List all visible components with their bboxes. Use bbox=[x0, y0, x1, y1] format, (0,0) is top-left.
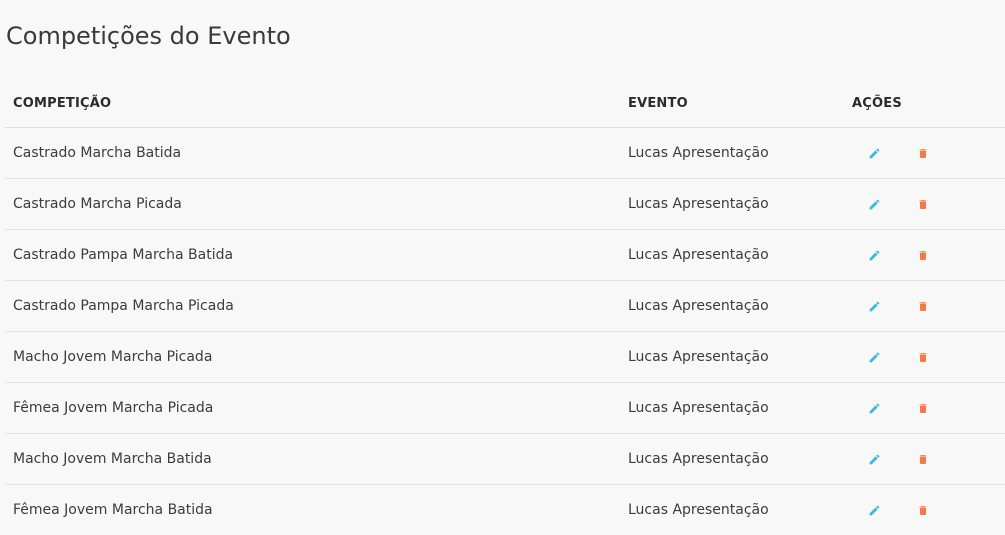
row-actions bbox=[844, 485, 1005, 535]
table-row: Castrado Marcha Batida Lucas Apresentaçã… bbox=[5, 128, 1005, 179]
pencil-icon bbox=[868, 453, 881, 466]
table-row: Fêmea Jovem Marcha Batida Lucas Apresent… bbox=[5, 485, 1005, 535]
column-header-actions: AÇÕES bbox=[844, 79, 1005, 128]
edit-button[interactable] bbox=[866, 400, 882, 416]
event-name: Lucas Apresentação bbox=[620, 383, 844, 434]
column-header-event: EVENTO bbox=[620, 79, 844, 128]
edit-button[interactable] bbox=[866, 196, 882, 212]
table-row: Macho Jovem Marcha Picada Lucas Apresent… bbox=[5, 332, 1005, 383]
pencil-icon bbox=[868, 300, 881, 313]
delete-button[interactable] bbox=[915, 145, 931, 161]
delete-button[interactable] bbox=[915, 349, 931, 365]
table-row: Castrado Marcha Picada Lucas Apresentaçã… bbox=[5, 179, 1005, 230]
edit-button[interactable] bbox=[866, 349, 882, 365]
edit-button[interactable] bbox=[866, 502, 882, 518]
row-actions bbox=[844, 332, 1005, 383]
competition-name: Fêmea Jovem Marcha Batida bbox=[5, 485, 620, 535]
trash-icon bbox=[917, 402, 929, 415]
delete-button[interactable] bbox=[915, 196, 931, 212]
delete-button[interactable] bbox=[915, 502, 931, 518]
edit-button[interactable] bbox=[866, 451, 882, 467]
event-name: Lucas Apresentação bbox=[620, 128, 844, 179]
competition-name: Castrado Marcha Batida bbox=[5, 128, 620, 179]
trash-icon bbox=[917, 198, 929, 211]
event-name: Lucas Apresentação bbox=[620, 332, 844, 383]
trash-icon bbox=[917, 300, 929, 313]
competition-name: Fêmea Jovem Marcha Picada bbox=[5, 383, 620, 434]
table-row: Macho Jovem Marcha Batida Lucas Apresent… bbox=[5, 434, 1005, 485]
trash-icon bbox=[917, 453, 929, 466]
competitions-table: COMPETIÇÃO EVENTO AÇÕES Castrado Marcha … bbox=[5, 79, 1005, 535]
trash-icon bbox=[917, 249, 929, 262]
column-header-competition: COMPETIÇÃO bbox=[5, 79, 620, 128]
delete-button[interactable] bbox=[915, 451, 931, 467]
pencil-icon bbox=[868, 402, 881, 415]
edit-button[interactable] bbox=[866, 145, 882, 161]
trash-icon bbox=[917, 504, 929, 517]
competition-name: Castrado Pampa Marcha Batida bbox=[5, 230, 620, 281]
delete-button[interactable] bbox=[915, 247, 931, 263]
pencil-icon bbox=[868, 249, 881, 262]
event-name: Lucas Apresentação bbox=[620, 434, 844, 485]
delete-button[interactable] bbox=[915, 400, 931, 416]
table-row: Fêmea Jovem Marcha Picada Lucas Apresent… bbox=[5, 383, 1005, 434]
competition-name: Castrado Pampa Marcha Picada bbox=[5, 281, 620, 332]
delete-button[interactable] bbox=[915, 298, 931, 314]
row-actions bbox=[844, 230, 1005, 281]
trash-icon bbox=[917, 351, 929, 364]
pencil-icon bbox=[868, 504, 881, 517]
table-row: Castrado Pampa Marcha Batida Lucas Apres… bbox=[5, 230, 1005, 281]
row-actions bbox=[844, 281, 1005, 332]
event-name: Lucas Apresentação bbox=[620, 230, 844, 281]
row-actions bbox=[844, 434, 1005, 485]
event-name: Lucas Apresentação bbox=[620, 485, 844, 535]
pencil-icon bbox=[868, 351, 881, 364]
event-name: Lucas Apresentação bbox=[620, 179, 844, 230]
page-title: Competições do Evento bbox=[6, 22, 291, 50]
trash-icon bbox=[917, 147, 929, 160]
competition-name: Macho Jovem Marcha Batida bbox=[5, 434, 620, 485]
edit-button[interactable] bbox=[866, 247, 882, 263]
table-row: Castrado Pampa Marcha Picada Lucas Apres… bbox=[5, 281, 1005, 332]
edit-button[interactable] bbox=[866, 298, 882, 314]
row-actions bbox=[844, 383, 1005, 434]
row-actions bbox=[844, 128, 1005, 179]
table-body: Castrado Marcha Batida Lucas Apresentaçã… bbox=[5, 128, 1005, 535]
row-actions bbox=[844, 179, 1005, 230]
competition-name: Macho Jovem Marcha Picada bbox=[5, 332, 620, 383]
pencil-icon bbox=[868, 198, 881, 211]
event-name: Lucas Apresentação bbox=[620, 281, 844, 332]
competition-name: Castrado Marcha Picada bbox=[5, 179, 620, 230]
pencil-icon bbox=[868, 147, 881, 160]
table-header-row: COMPETIÇÃO EVENTO AÇÕES bbox=[5, 79, 1005, 128]
